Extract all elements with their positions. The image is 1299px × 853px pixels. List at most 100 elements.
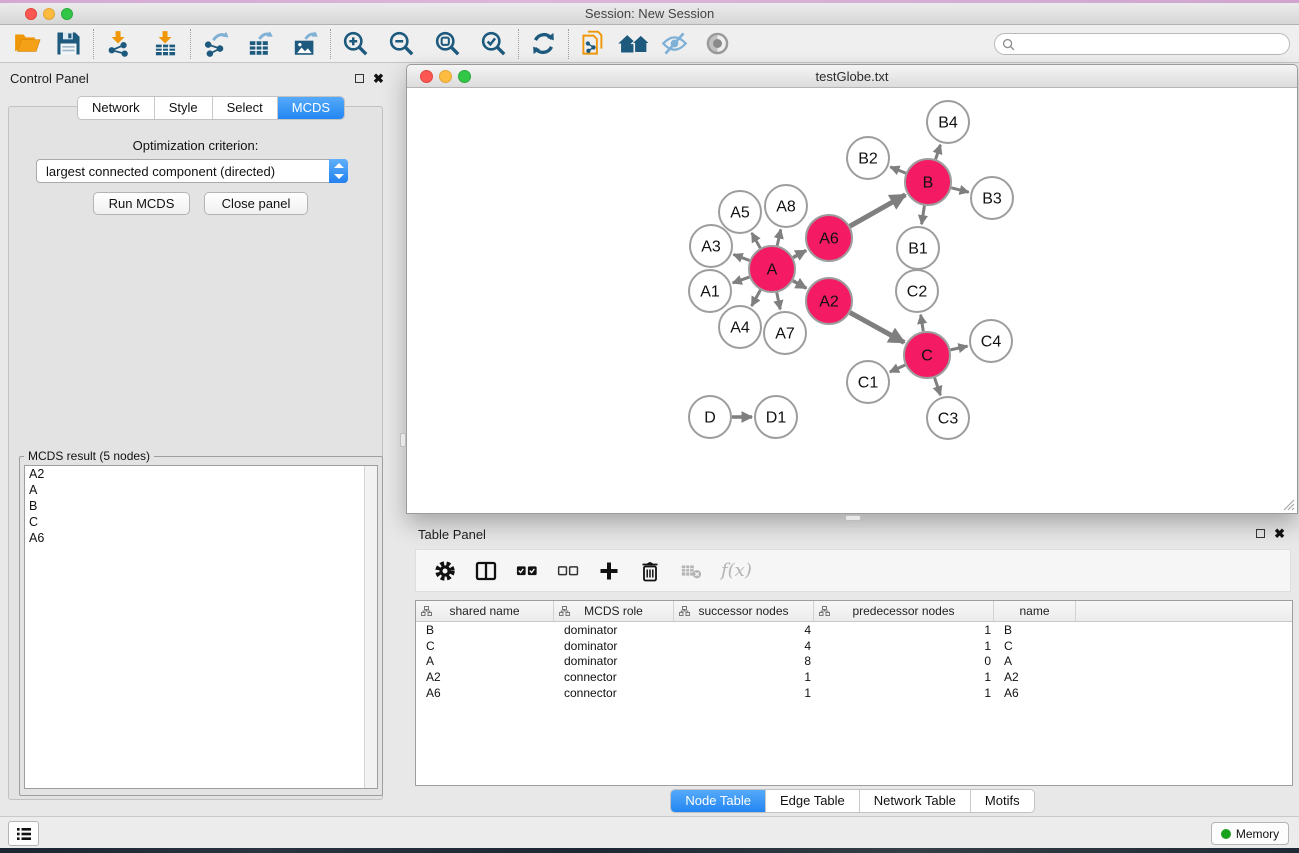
- graph-node-A6[interactable]: A6: [806, 215, 852, 261]
- graph-node-A7[interactable]: A7: [764, 312, 806, 354]
- float-table-panel-icon[interactable]: [1256, 529, 1265, 538]
- table-tab-node-table[interactable]: Node Table: [671, 790, 766, 812]
- deselect-all-icon[interactable]: [557, 560, 579, 582]
- graph-node-D1[interactable]: D1: [755, 396, 797, 438]
- column-header-predecessor-nodes[interactable]: predecessor nodes: [814, 601, 994, 621]
- network-graph[interactable]: B4 B2 B B3 A8A5 A6 A3 B1 A A1 C2 A2 A4A7 C4 C C1 C3 D D1: [407, 88, 1297, 513]
- column-header-name[interactable]: name: [994, 601, 1076, 621]
- graph-node-A[interactable]: A: [749, 246, 795, 292]
- open-file-icon[interactable]: [14, 30, 41, 57]
- mcds-result-item[interactable]: A2: [25, 466, 377, 482]
- show-hide-panel-eye-icon[interactable]: [704, 30, 731, 57]
- graph-edge-B-B1[interactable]: [922, 206, 925, 225]
- memory-button[interactable]: Memory: [1211, 822, 1289, 845]
- graph-edge-A-A1[interactable]: [733, 277, 750, 283]
- export-network-icon[interactable]: [202, 30, 229, 57]
- tab-network[interactable]: Network: [78, 97, 155, 119]
- table-row[interactable]: A6connector11A6: [416, 685, 1292, 701]
- mcds-result-list[interactable]: A2ABCA6: [24, 465, 378, 789]
- graph-node-A4[interactable]: A4: [719, 306, 761, 348]
- graph-node-C[interactable]: C: [904, 332, 950, 378]
- graph-edge-A-A3[interactable]: [733, 254, 749, 260]
- zoom-fit-icon[interactable]: [434, 30, 461, 57]
- graph-edge-A-A6[interactable]: [793, 250, 806, 257]
- graph-node-C2[interactable]: C2: [896, 270, 938, 312]
- network-window-titlebar[interactable]: testGlobe.txt: [407, 65, 1297, 88]
- export-table-icon[interactable]: [247, 30, 274, 57]
- graph-node-A2[interactable]: A2: [806, 278, 852, 324]
- select-all-icon[interactable]: [516, 560, 538, 582]
- zoom-selected-icon[interactable]: [480, 30, 507, 57]
- hide-graphics-details-icon[interactable]: [661, 30, 688, 57]
- tab-mcds[interactable]: MCDS: [278, 97, 344, 119]
- result-scrollbar[interactable]: [364, 466, 377, 788]
- import-table-icon[interactable]: [152, 30, 179, 57]
- graph-node-A5[interactable]: A5: [719, 191, 761, 233]
- graph-edge-C-C1[interactable]: [890, 365, 905, 372]
- home-icon[interactable]: [617, 30, 651, 57]
- tab-style[interactable]: Style: [155, 97, 213, 119]
- graph-node-B1[interactable]: B1: [897, 227, 939, 269]
- table-row[interactable]: A2connector11A2: [416, 669, 1292, 685]
- graph-edge-A6-B[interactable]: [850, 195, 905, 226]
- mcds-result-item[interactable]: B: [25, 498, 377, 514]
- graph-node-A8[interactable]: A8: [765, 185, 807, 227]
- run-mcds-button[interactable]: Run MCDS: [93, 192, 190, 215]
- graph-edge-B-B2[interactable]: [890, 167, 905, 173]
- network-canvas[interactable]: B4 B2 B B3 A8A5 A6 A3 B1 A A1 C2 A2 A4A7 C4 C C1 C3 D D1: [407, 88, 1297, 513]
- zoom-in-icon[interactable]: [342, 30, 369, 57]
- graph-node-C4[interactable]: C4: [970, 320, 1012, 362]
- vertical-splitter-grip[interactable]: [400, 433, 406, 447]
- close-panel-icon[interactable]: ✖: [373, 73, 384, 84]
- refresh-icon[interactable]: [530, 30, 557, 57]
- graph-node-B2[interactable]: B2: [847, 137, 889, 179]
- graph-node-B4[interactable]: B4: [927, 101, 969, 143]
- mcds-result-item[interactable]: A6: [25, 530, 377, 546]
- graph-node-D[interactable]: D: [689, 396, 731, 438]
- column-header-shared-name[interactable]: shared name: [416, 601, 554, 621]
- graph-edge-B-B4[interactable]: [936, 145, 941, 159]
- table-row[interactable]: Adominator80A: [416, 654, 1292, 670]
- close-panel-button[interactable]: Close panel: [204, 192, 308, 215]
- table-tab-network-table[interactable]: Network Table: [860, 790, 971, 812]
- export-image-icon[interactable]: [292, 30, 319, 57]
- import-network-icon[interactable]: [105, 30, 132, 57]
- graph-node-A3[interactable]: A3: [690, 225, 732, 267]
- add-column-icon[interactable]: [598, 560, 620, 582]
- graph-edge-A2-C[interactable]: [850, 313, 904, 343]
- graph-node-A1[interactable]: A1: [689, 270, 731, 312]
- table-row[interactable]: Cdominator41C: [416, 638, 1292, 654]
- zoom-out-icon[interactable]: [388, 30, 415, 57]
- table-row[interactable]: Bdominator41B: [416, 622, 1292, 638]
- delete-column-trash-icon[interactable]: [639, 560, 661, 582]
- save-session-icon[interactable]: [55, 30, 82, 57]
- mcds-result-item[interactable]: C: [25, 514, 377, 530]
- graph-edge-C-C2[interactable]: [921, 315, 924, 332]
- graph-edge-C-C3[interactable]: [935, 378, 941, 395]
- column-header-successor-nodes[interactable]: successor nodes: [674, 601, 814, 621]
- graph-node-C3[interactable]: C3: [927, 397, 969, 439]
- table-tab-edge-table[interactable]: Edge Table: [766, 790, 860, 812]
- graph-edge-B-B3[interactable]: [951, 188, 968, 192]
- graph-edge-A-A5[interactable]: [752, 233, 761, 248]
- graph-node-C1[interactable]: C1: [847, 361, 889, 403]
- node-table[interactable]: shared nameMCDS rolesuccessor nodesprede…: [415, 600, 1293, 786]
- clone-network-icon[interactable]: [580, 30, 607, 57]
- graph-node-B[interactable]: B: [905, 159, 951, 205]
- search-input[interactable]: [1015, 37, 1289, 51]
- window-resize-grip[interactable]: [1281, 497, 1295, 511]
- graph-node-B3[interactable]: B3: [971, 177, 1013, 219]
- table-settings-gear-icon[interactable]: [434, 560, 456, 582]
- table-tab-motifs[interactable]: Motifs: [971, 790, 1034, 812]
- criterion-dropdown[interactable]: largest connected component (directed): [36, 159, 348, 183]
- column-header-MCDS-role[interactable]: MCDS role: [554, 601, 674, 621]
- close-table-panel-icon[interactable]: ✖: [1274, 528, 1285, 539]
- graph-edge-A-A7[interactable]: [777, 293, 780, 310]
- graph-edge-A-A2[interactable]: [793, 281, 806, 289]
- graph-edge-A-A8[interactable]: [777, 229, 781, 245]
- tab-select[interactable]: Select: [213, 97, 278, 119]
- mcds-result-item[interactable]: A: [25, 482, 377, 498]
- task-history-button[interactable]: [8, 821, 39, 846]
- graph-edge-C-C4[interactable]: [950, 346, 967, 350]
- graph-edge-A-A4[interactable]: [752, 290, 761, 306]
